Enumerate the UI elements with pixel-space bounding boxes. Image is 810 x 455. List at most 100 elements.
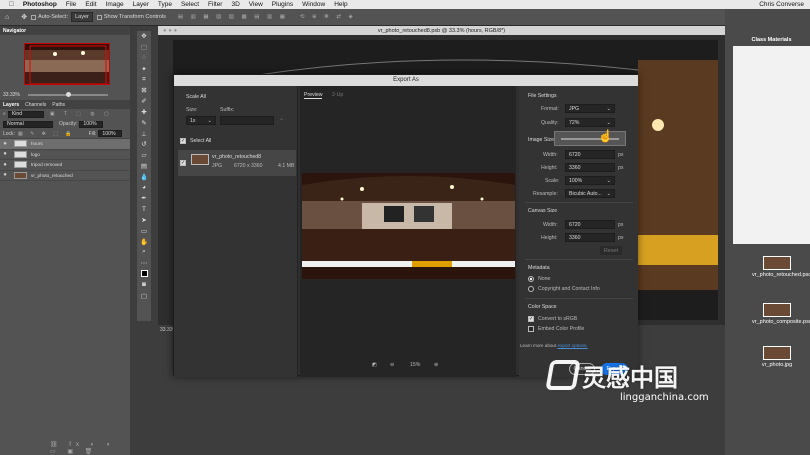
layer-row[interactable]: ● logo bbox=[0, 150, 130, 160]
type-tool-icon[interactable]: T bbox=[137, 204, 151, 215]
desktop-file[interactable]: vr_photo_retouched.psd bbox=[752, 256, 810, 278]
app-menu[interactable]: Photoshop bbox=[23, 0, 57, 9]
filter-icons[interactable]: ▣ T ⬚ ◍ ▢ bbox=[50, 111, 113, 117]
menu-view[interactable]: View bbox=[249, 0, 263, 9]
suffix-input[interactable] bbox=[220, 116, 274, 125]
eye-icon[interactable]: ● bbox=[0, 172, 10, 178]
move-tool-icon[interactable]: ✥ bbox=[21, 13, 27, 21]
select-all-row[interactable]: ✓ Select All bbox=[180, 138, 211, 144]
tab-preview[interactable]: Preview bbox=[304, 92, 323, 99]
layer-filter-dropdown[interactable]: Kind bbox=[7, 110, 44, 118]
document-titlebar[interactable]: ● ● ● vr_photo_retouched8.psb @ 33.3% (h… bbox=[158, 26, 725, 35]
quality-dropdown[interactable]: 72% ⌄ bbox=[565, 118, 615, 127]
menu-help[interactable]: Help bbox=[334, 0, 347, 9]
convert-srgb-option[interactable]: ✓ Convert to sRGB bbox=[528, 316, 577, 322]
asset-row[interactable]: ✓ vr_photo_retouched8 JPG 6720 x 3360 4.… bbox=[178, 150, 296, 176]
meta-none-option[interactable]: None bbox=[528, 276, 550, 282]
add-scale-icon[interactable]: + bbox=[280, 117, 283, 123]
quick-mask-icon[interactable]: ◙ bbox=[137, 279, 151, 290]
home-icon[interactable]: ⌂ bbox=[5, 14, 9, 21]
menu-select[interactable]: Select bbox=[181, 0, 199, 9]
path-select-icon[interactable]: ➤ bbox=[137, 215, 151, 226]
move-tool-icon[interactable]: ✥ bbox=[137, 31, 151, 42]
eye-icon[interactable]: ● bbox=[0, 162, 10, 168]
resample-dropdown[interactable]: Bicubic Auto... ⌄ bbox=[565, 189, 615, 198]
pen-tool-icon[interactable]: ✒ bbox=[137, 193, 151, 204]
meta-copyright-option[interactable]: Copyright and Contact Info bbox=[528, 286, 600, 292]
3d-mode-icons[interactable]: ⟲ ⊕ ✥ ⇄ ◈ bbox=[300, 14, 356, 20]
tab-paths[interactable]: Paths bbox=[52, 102, 65, 108]
zoom-in-icon[interactable]: ⊕ bbox=[434, 362, 438, 368]
size-dropdown[interactable]: 1x ⌄ bbox=[186, 116, 216, 125]
meta-copyright-radio[interactable] bbox=[528, 286, 534, 292]
zoom-slider-handle[interactable] bbox=[66, 92, 71, 97]
menu-window[interactable]: Window bbox=[302, 0, 325, 9]
canvas-width-input[interactable]: 6720 bbox=[565, 220, 615, 229]
hand-tool-icon[interactable]: ✋ bbox=[137, 236, 151, 247]
meta-none-radio[interactable] bbox=[528, 276, 534, 282]
healing-brush-icon[interactable]: ✚ bbox=[137, 107, 151, 118]
apple-icon[interactable]:  bbox=[9, 0, 14, 9]
align-icons[interactable]: ▤ ▥ ▦ ▧ ▨ ▩ ▤ ▥ ▦ bbox=[178, 14, 288, 20]
menu-edit[interactable]: Edit bbox=[85, 0, 96, 9]
crop-tool-icon[interactable]: ⌗ bbox=[137, 74, 151, 85]
desktop-file[interactable]: vr_photo_composite.psd bbox=[752, 303, 810, 325]
format-dropdown[interactable]: JPG ⌄ bbox=[565, 104, 615, 113]
scale-dropdown[interactable]: 100% ⌄ bbox=[565, 176, 615, 185]
height-input[interactable]: 3360 bbox=[565, 163, 615, 172]
user-name[interactable]: Chris Converse bbox=[759, 0, 804, 9]
window-traffic-lights[interactable]: ● ● ● bbox=[163, 28, 177, 34]
shape-tool-icon[interactable]: ▭ bbox=[137, 225, 151, 236]
asset-checkbox[interactable]: ✓ bbox=[180, 160, 186, 166]
dodge-tool-icon[interactable]: ◕ bbox=[137, 182, 151, 193]
opacity-input[interactable]: 100% bbox=[79, 120, 104, 128]
menu-filter[interactable]: Filter bbox=[208, 0, 222, 9]
width-input[interactable]: 6720 bbox=[565, 150, 615, 159]
embed-profile-option[interactable]: Embed Color Profile bbox=[528, 326, 584, 332]
transform-controls-checkbox[interactable] bbox=[96, 14, 102, 20]
class-materials-window[interactable]: Class Materials bbox=[733, 34, 810, 244]
tab-navigator[interactable]: Navigator bbox=[3, 28, 26, 34]
lasso-tool-icon[interactable]: ◌ bbox=[137, 53, 151, 64]
embed-profile-checkbox[interactable] bbox=[528, 326, 534, 332]
tab-channels[interactable]: Channels bbox=[25, 102, 46, 108]
layer-name[interactable]: vr_photo_retouched bbox=[31, 173, 73, 178]
reset-button[interactable]: Reset bbox=[600, 246, 622, 255]
quality-slider-popup[interactable] bbox=[554, 131, 626, 146]
menu-layer[interactable]: Layer bbox=[133, 0, 149, 9]
menu-image[interactable]: Image bbox=[106, 0, 124, 9]
menu-file[interactable]: File bbox=[66, 0, 76, 9]
canvas-height-input[interactable]: 3360 bbox=[565, 233, 615, 242]
layers-footer-icons[interactable]: ⛓ fx ◐ ◑ ▭ ▣ 🗑 bbox=[50, 441, 130, 455]
eye-icon[interactable]: ● bbox=[0, 141, 10, 147]
more-tools-icon[interactable]: ⋯ bbox=[137, 258, 151, 269]
zoom-out-icon[interactable]: ⊖ bbox=[390, 362, 394, 368]
zoom-tool-icon[interactable]: ⌕ bbox=[137, 247, 151, 258]
layer-name[interactable]: tripod removed bbox=[31, 162, 62, 167]
fill-input[interactable]: 100% bbox=[98, 130, 123, 137]
menu-type[interactable]: Type bbox=[158, 0, 172, 9]
layer-row[interactable]: ● hours bbox=[0, 139, 130, 150]
select-all-checkbox[interactable]: ✓ bbox=[180, 138, 186, 144]
export-options-link[interactable]: export options. bbox=[558, 343, 588, 348]
tab-layers[interactable]: Layers bbox=[3, 102, 19, 108]
eyedropper-icon[interactable]: ✐ bbox=[137, 96, 151, 107]
screen-mode-icon[interactable]: ▢ bbox=[137, 290, 151, 301]
tab-2-up[interactable]: 2-Up bbox=[332, 92, 343, 98]
layer-row[interactable]: ● vr_photo_retouched bbox=[0, 171, 130, 181]
fit-icon[interactable]: ◩ bbox=[372, 362, 377, 368]
blend-mode-dropdown[interactable]: Normal bbox=[3, 120, 53, 128]
layer-row[interactable]: ● tripod removed bbox=[0, 160, 130, 171]
layer-dropdown[interactable]: Layer bbox=[71, 12, 93, 22]
blur-tool-icon[interactable]: 💧 bbox=[137, 171, 151, 182]
navigator-zoom[interactable]: 33.33% bbox=[3, 92, 20, 98]
eye-icon[interactable]: ● bbox=[0, 151, 10, 157]
menu-3d[interactable]: 3D bbox=[231, 0, 239, 9]
marquee-tool-icon[interactable]: ⬚ bbox=[137, 42, 151, 53]
lock-icons[interactable]: ▦ ✎ ✥ ⬚ 🔒 bbox=[18, 131, 75, 137]
eraser-icon[interactable]: ▱ bbox=[137, 150, 151, 161]
auto-select-checkbox[interactable] bbox=[31, 14, 37, 20]
frame-tool-icon[interactable]: ⊠ bbox=[137, 85, 151, 96]
desktop-file[interactable]: vr_photo.jpg bbox=[752, 346, 802, 368]
layer-name[interactable]: hours bbox=[31, 141, 43, 146]
